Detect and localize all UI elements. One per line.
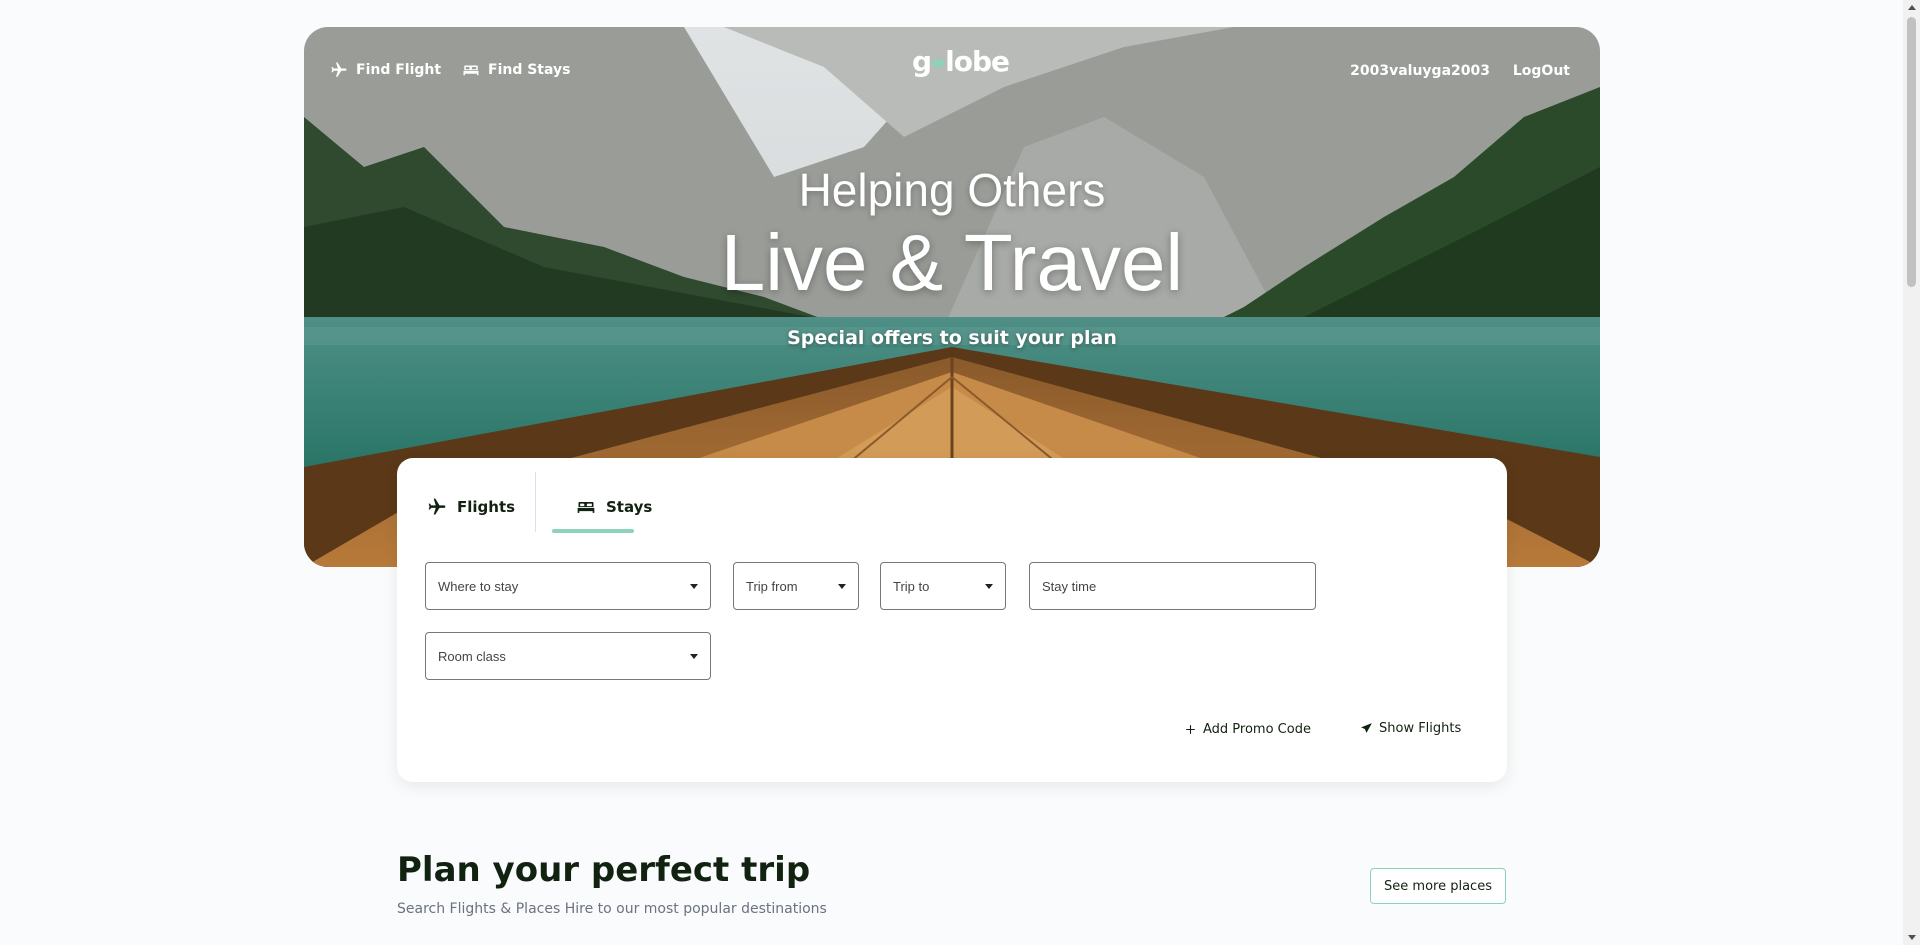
room-class-select[interactable]: Room class [425, 632, 711, 680]
nav-find-stays[interactable]: Find Stays [462, 61, 570, 79]
tab-stays[interactable]: Stays [564, 482, 664, 532]
stay-time-placeholder: Stay time [1042, 578, 1097, 594]
tab-divider [535, 472, 536, 532]
golobe-logo[interactable]: g❤lobe [912, 45, 1010, 78]
add-promo-code-label: Add Promo Code [1203, 722, 1311, 737]
add-promo-code-button[interactable]: Add Promo Code [1184, 722, 1311, 737]
plus-icon [1186, 725, 1195, 734]
paper-plane-icon [1361, 723, 1372, 733]
see-more-places-button[interactable]: See more places [1370, 868, 1506, 904]
nav-find-flight[interactable]: Find Flight [330, 61, 441, 79]
caret-down-icon [690, 654, 698, 659]
where-to-stay-select[interactable]: Where to stay [425, 562, 711, 610]
search-card: Flights Stays Where to stay Trip from Tr… [397, 458, 1507, 782]
tab-flights-label: Flights [457, 498, 516, 516]
scroll-thumb[interactable] [1907, 17, 1916, 287]
scroll-up-arrow-icon[interactable] [1908, 5, 1916, 10]
airplane-icon [428, 498, 446, 515]
caret-down-icon [690, 584, 698, 589]
active-tab-indicator [552, 529, 634, 533]
caret-down-icon [838, 584, 846, 589]
stay-time-input[interactable]: Stay time [1029, 562, 1316, 610]
nav-find-flight-label: Find Flight [356, 62, 442, 78]
show-flights-label: Show Flights [1379, 721, 1462, 736]
section-subtitle: Search Flights & Places Hire to our most… [397, 901, 827, 917]
logout-button[interactable]: LogOut [1513, 63, 1570, 79]
hero-subtitle: Helping Others [798, 164, 1106, 216]
airplane-icon [331, 62, 347, 77]
show-flights-button[interactable]: Show Flights [1360, 721, 1461, 736]
section-title: Plan your perfect trip [397, 850, 811, 890]
caret-down-icon [985, 584, 993, 589]
page-scrollbar[interactable] [1903, 0, 1920, 945]
heart-icon: ❤ [931, 55, 946, 76]
trip-from-placeholder: Trip from [746, 578, 798, 594]
scroll-down-arrow-icon[interactable] [1908, 935, 1916, 940]
tab-flights[interactable]: Flights [427, 482, 515, 532]
room-class-placeholder: Room class [438, 648, 506, 664]
nav-find-stays-label: Find Stays [488, 62, 571, 78]
trip-to-placeholder: Trip to [893, 578, 930, 594]
bed-icon [463, 65, 479, 76]
top-navigation: Find Flight Find Stays g❤lobe 2003valuyg… [304, 27, 1600, 117]
user-profile-link[interactable]: 2003valuyga2003 [1350, 63, 1490, 79]
bed-icon [577, 502, 595, 513]
logo-suffix: lobe [945, 45, 1010, 78]
tab-stays-label: Stays [606, 498, 653, 516]
logo-prefix: g [912, 45, 932, 78]
trip-to-select[interactable]: Trip to [880, 562, 1006, 610]
where-to-stay-placeholder: Where to stay [438, 578, 519, 594]
trip-from-select[interactable]: Trip from [733, 562, 859, 610]
hero-tagline: Special offers to suit your plan [787, 327, 1117, 349]
hero-title: Live & Travel [720, 218, 1184, 307]
